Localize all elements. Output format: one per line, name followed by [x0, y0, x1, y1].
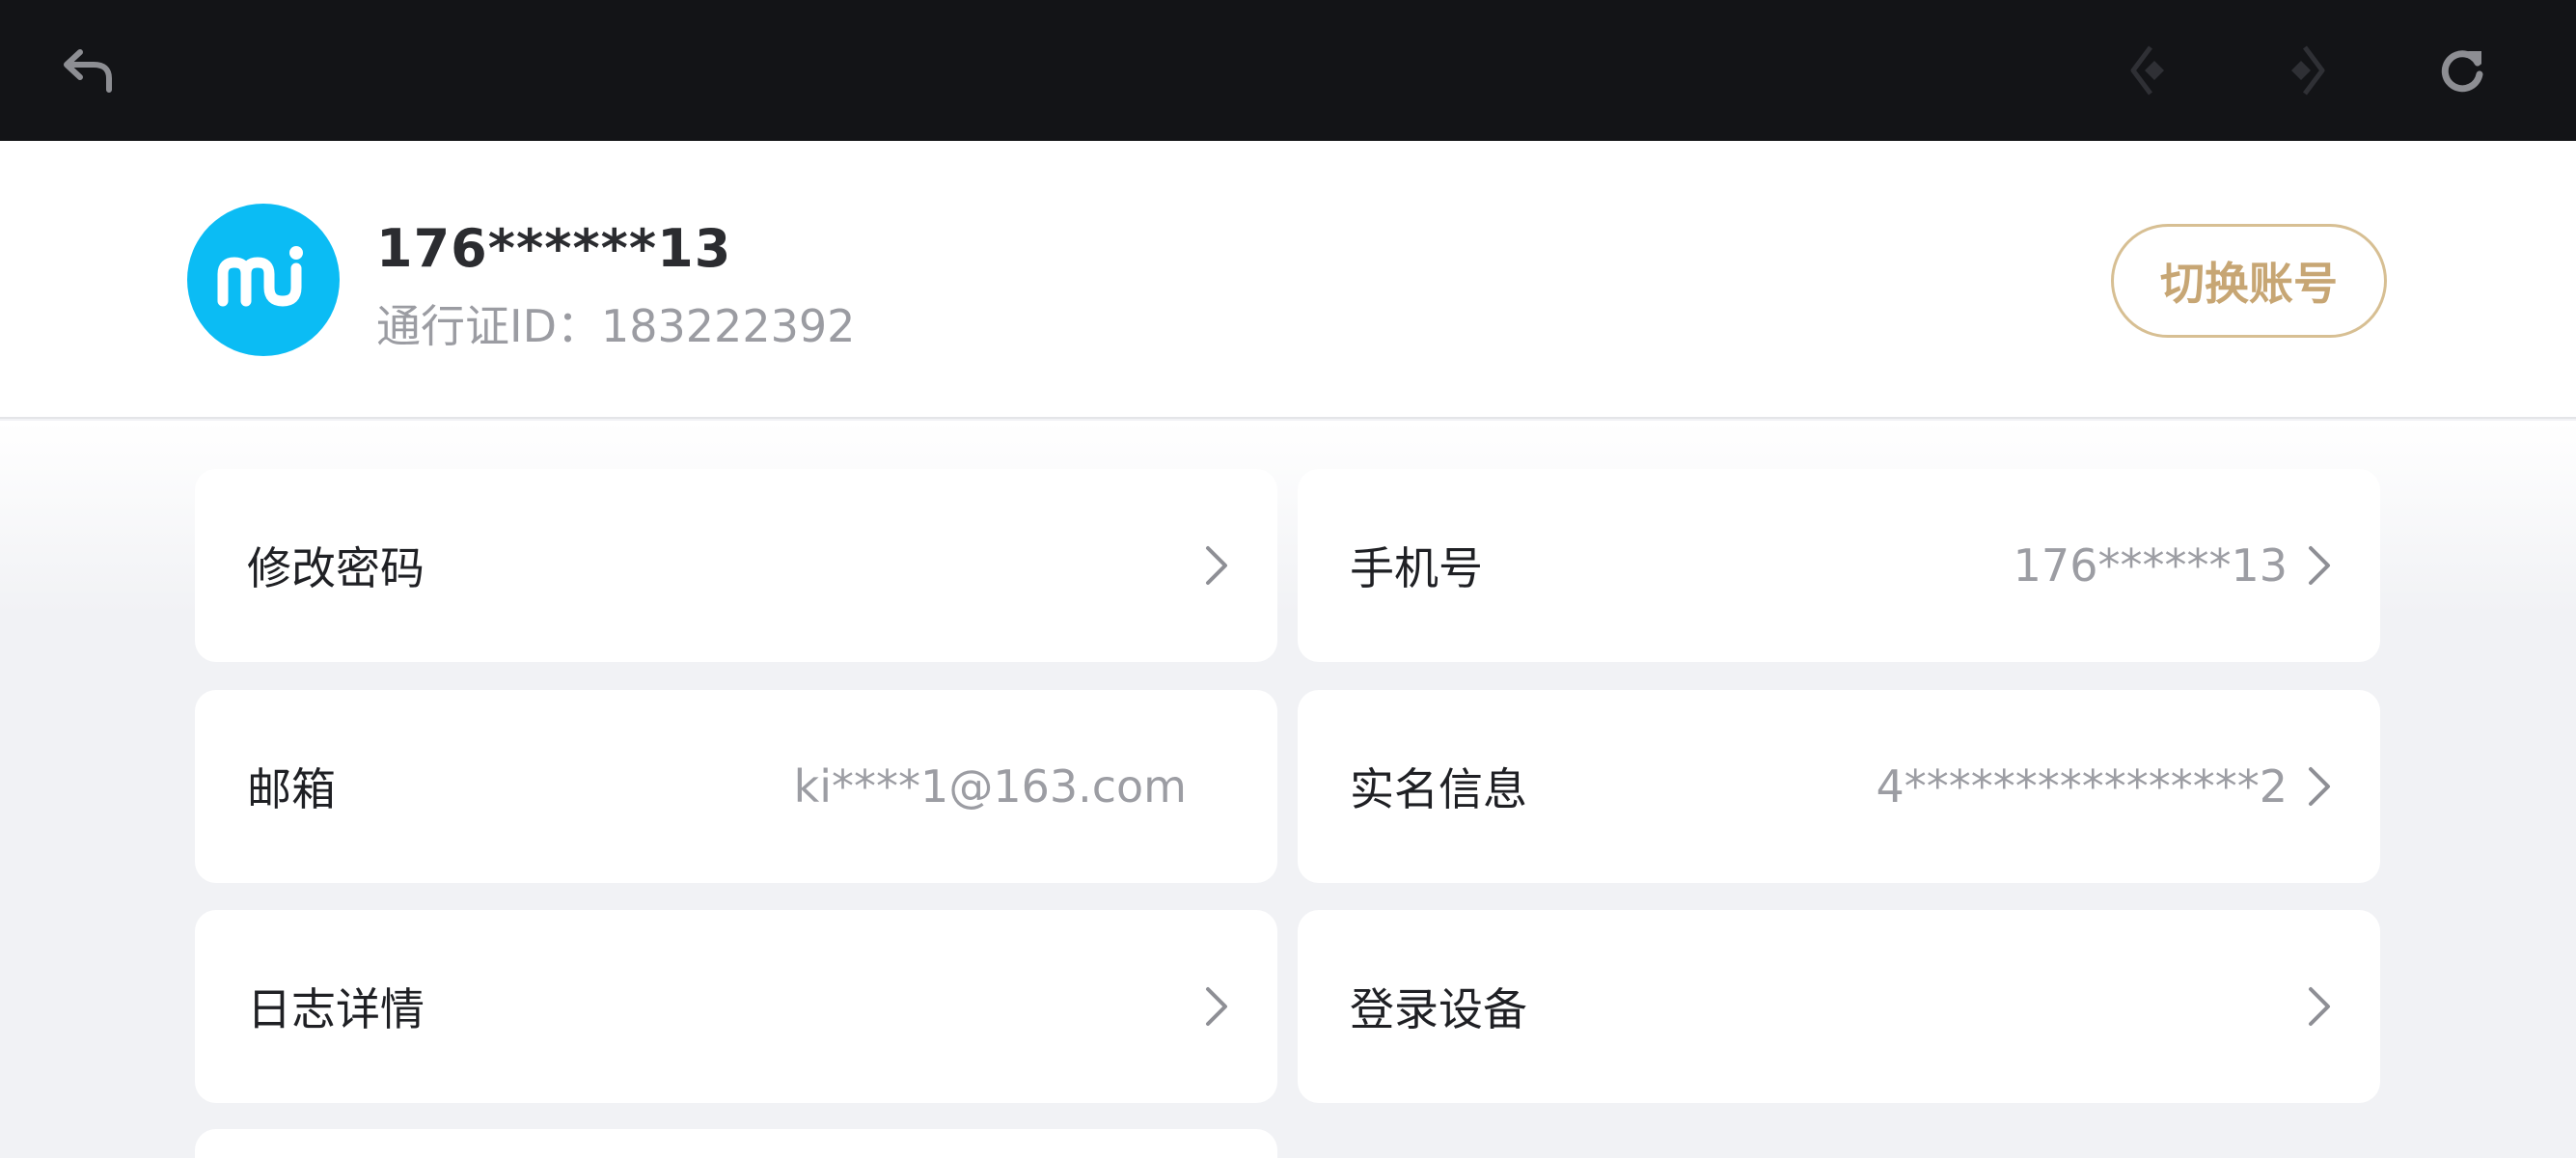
- chevron-right-icon: [2309, 546, 2330, 585]
- prev-diamond-arrow-icon: [2130, 45, 2164, 96]
- item-label: 修改密码: [247, 542, 425, 594]
- undo-arrow-icon: [64, 49, 112, 93]
- mi-logo-icon: [217, 246, 303, 307]
- refresh-button[interactable]: [2428, 37, 2496, 104]
- chevron-right-icon: [1206, 546, 1227, 585]
- switch-account-button[interactable]: 切换账号: [2111, 224, 2387, 338]
- item-label: 实名信息: [1350, 763, 1527, 815]
- top-toolbar: [0, 0, 2576, 141]
- avatar: [187, 204, 340, 356]
- back-button[interactable]: [54, 37, 122, 104]
- next-page-button[interactable]: [2272, 37, 2340, 104]
- phone-number-item[interactable]: 手机号 176******13: [1298, 469, 2380, 662]
- item-value: 176******13: [2013, 539, 2288, 592]
- chevron-right-icon: [1206, 987, 1227, 1026]
- passport-id: 通行证ID：183222392: [376, 300, 856, 352]
- item-label: 登录设备: [1350, 983, 1527, 1035]
- real-name-info-item[interactable]: 实名信息 4****************2: [1298, 690, 2380, 883]
- item-value: 4****************2: [1876, 760, 2288, 813]
- chevron-right-icon: [2309, 767, 2330, 806]
- item-label: 邮箱: [247, 763, 336, 815]
- change-password-item[interactable]: 修改密码: [195, 469, 1277, 662]
- item-value: ki****1@163.com: [793, 760, 1187, 813]
- next-item-partial[interactable]: [195, 1129, 1277, 1158]
- account-phone: 176******13: [376, 218, 732, 279]
- account-header: 176******13 通行证ID：183222392 切换账号: [0, 141, 2576, 419]
- item-label: 日志详情: [247, 983, 425, 1035]
- login-devices-item[interactable]: 登录设备: [1298, 910, 2380, 1103]
- email-item[interactable]: 邮箱 ki****1@163.com: [195, 690, 1277, 883]
- refresh-icon: [2441, 50, 2483, 93]
- item-label: 手机号: [1350, 542, 1483, 594]
- prev-page-button[interactable]: [2116, 37, 2183, 104]
- settings-area: 修改密码 手机号 176******13 邮箱 ki****1@163.com …: [0, 421, 2576, 1158]
- log-details-item[interactable]: 日志详情: [195, 910, 1277, 1103]
- chevron-right-icon: [2309, 987, 2330, 1026]
- next-diamond-arrow-icon: [2291, 45, 2325, 96]
